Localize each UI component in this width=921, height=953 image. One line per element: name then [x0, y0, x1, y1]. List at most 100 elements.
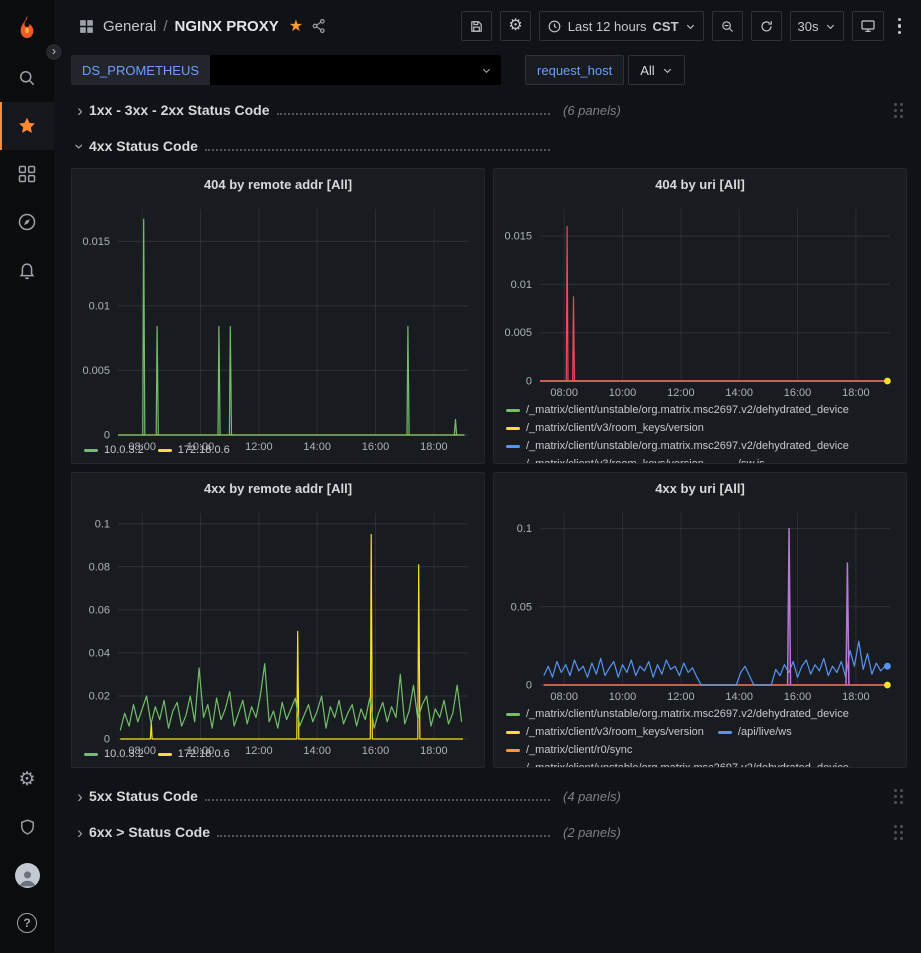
chevron-right-icon: › [71, 824, 89, 841]
zoom-out-button[interactable] [712, 11, 743, 41]
sidebar-item-explore[interactable] [0, 198, 54, 246]
svg-text:0.015: 0.015 [82, 236, 110, 248]
breadcrumb-separator: / [163, 18, 167, 35]
share-icon[interactable] [311, 18, 327, 34]
svg-text:16:00: 16:00 [784, 691, 812, 703]
sidebar-item-search[interactable] [0, 54, 54, 102]
svg-text:10:00: 10:00 [609, 691, 637, 703]
legend-color-swatch [506, 463, 520, 464]
chevron-right-icon: › [71, 788, 89, 805]
sidebar-item-configuration[interactable]: ⚙ [0, 755, 54, 803]
svg-text:0.1: 0.1 [95, 518, 110, 530]
legend-item[interactable]: /_matrix/client/unstable/org.matrix.msc2… [506, 761, 849, 767]
legend-label: /_matrix/client/v3/room_keys/version [526, 422, 704, 434]
sidebar-item-help[interactable]: ? [0, 899, 54, 947]
gear-icon: ⚙ [18, 770, 35, 789]
variable-value-ds-prometheus[interactable] [210, 55, 501, 85]
refresh-button[interactable] [751, 11, 782, 41]
legend-item[interactable]: 172.18.0.6 [158, 443, 230, 457]
monitor-icon [860, 18, 876, 34]
save-dashboard-button[interactable] [461, 11, 492, 41]
timeseries-chart[interactable]: 08:0010:0012:0014:0016:0018:0000.0050.01… [72, 199, 484, 441]
sidebar-expand-button[interactable]: › [45, 43, 63, 61]
dashboard-settings-button[interactable]: ⚙ [500, 11, 530, 41]
sidebar-item-alerting[interactable] [0, 246, 54, 294]
dashboard-content: › 1xx - 3xx - 2xx Status Code (6 panels)… [54, 88, 921, 953]
legend-item[interactable]: /sw.js [718, 457, 765, 463]
svg-text:12:00: 12:00 [667, 387, 695, 399]
panel-title[interactable]: 4xx by uri [All] [494, 473, 906, 503]
drag-handle-icon[interactable] [894, 103, 903, 118]
svg-text:0.005: 0.005 [82, 365, 110, 377]
variables-toolbar: DS_PROMETHEUS request_host All [54, 52, 921, 88]
timeseries-chart[interactable]: 08:0010:0012:0014:0016:0018:0000.020.040… [72, 503, 484, 745]
svg-text:0.04: 0.04 [89, 647, 110, 659]
svg-text:14:00: 14:00 [725, 691, 753, 703]
chevron-down-icon [481, 65, 492, 76]
legend-item[interactable]: 10.0.3.2 [84, 443, 144, 457]
chart-legend: /_matrix/client/unstable/org.matrix.msc2… [494, 705, 906, 767]
legend-item[interactable]: /_matrix/client/unstable/org.matrix.msc2… [506, 403, 849, 417]
sidebar-item-dashboards[interactable] [0, 150, 54, 198]
bell-icon [17, 260, 37, 280]
refresh-interval-picker[interactable]: 30s [790, 11, 844, 41]
variable-value-request-host[interactable]: All [628, 55, 684, 85]
row-6xx[interactable]: › 6xx > Status Code (2 panels) [71, 818, 907, 846]
legend-item[interactable]: /_matrix/client/v3/room_keys/version [506, 725, 704, 739]
legend-label: /sw.js [738, 458, 765, 463]
timeseries-chart[interactable]: 08:0010:0012:0014:0016:0018:0000.0050.01… [494, 199, 906, 401]
sidebar-item-profile[interactable] [0, 851, 54, 899]
row-1xx-3xx-2xx[interactable]: › 1xx - 3xx - 2xx Status Code (6 panels) [71, 96, 907, 124]
dotted-leader [217, 835, 550, 837]
sidebar-item-server-admin[interactable] [0, 803, 54, 851]
favorite-star-icon[interactable]: ★ [289, 16, 303, 36]
apps-icon [17, 164, 37, 184]
search-icon [17, 68, 37, 88]
panel-4xx-by-remote-addr: 4xx by remote addr [All] 08:0010:0012:00… [71, 472, 485, 768]
svg-text:0.01: 0.01 [511, 279, 532, 291]
variable-label-request-host[interactable]: request_host [525, 55, 624, 85]
sidebar-item-starred[interactable] [0, 102, 54, 150]
more-options-button[interactable] [892, 14, 908, 39]
svg-text:0.005: 0.005 [504, 327, 532, 339]
request-host-value: All [640, 63, 654, 78]
drag-handle-icon[interactable] [894, 789, 903, 804]
row-panel-count: (2 panels) [563, 825, 621, 840]
row-5xx[interactable]: › 5xx Status Code (4 panels) [71, 782, 907, 810]
legend-item[interactable]: /_matrix/client/r0/sync [506, 743, 632, 757]
time-range-picker[interactable]: Last 12 hours CST [539, 11, 704, 41]
drag-handle-icon[interactable] [894, 825, 903, 840]
panel-404-by-uri: 404 by uri [All] 08:0010:0012:0014:0016:… [493, 168, 907, 464]
svg-text:0.08: 0.08 [89, 561, 110, 573]
svg-text:0.01: 0.01 [89, 300, 110, 312]
svg-text:10:00: 10:00 [609, 387, 637, 399]
panel-title[interactable]: 4xx by remote addr [All] [72, 473, 484, 503]
dashboard-title: NGINX PROXY [175, 18, 279, 35]
panel-title[interactable]: 404 by remote addr [All] [72, 169, 484, 199]
legend-item[interactable]: /_matrix/client/v3/room_keys/version [506, 457, 704, 463]
legend-item[interactable]: /api/live/ws [718, 725, 792, 739]
variable-label-ds-prometheus[interactable]: DS_PROMETHEUS [71, 55, 210, 85]
legend-item[interactable]: /_matrix/client/v3/room_keys/version [506, 421, 704, 435]
legend-item[interactable]: 10.0.3.2 [84, 747, 144, 761]
panel-title[interactable]: 404 by uri [All] [494, 169, 906, 199]
main-area: General / NGINX PROXY ★ ⚙ [54, 0, 921, 953]
timeseries-chart[interactable]: 08:0010:0012:0014:0016:0018:0000.050.1 [494, 503, 906, 705]
legend-label: /_matrix/client/unstable/org.matrix.msc2… [526, 404, 849, 416]
legend-item[interactable]: /_matrix/client/unstable/org.matrix.msc2… [506, 707, 849, 721]
breadcrumb-folder[interactable]: General [103, 18, 156, 35]
chevron-down-icon [662, 65, 673, 76]
dashboard-header: General / NGINX PROXY ★ ⚙ [54, 0, 921, 52]
legend-color-swatch [506, 767, 520, 768]
row-4xx[interactable]: › 4xx Status Code [71, 132, 907, 160]
legend-item[interactable]: 172.18.0.6 [158, 747, 230, 761]
legend-label: /api/live/ws [738, 726, 792, 738]
gear-icon: ⚙ [508, 18, 522, 34]
chart-legend: 10.0.3.2 172.18.0.6 [72, 745, 484, 767]
chevron-down-icon [825, 21, 836, 32]
legend-label: /_matrix/client/unstable/org.matrix.msc2… [526, 708, 849, 720]
person-icon [17, 867, 38, 888]
legend-label: /_matrix/client/unstable/org.matrix.msc2… [526, 762, 849, 767]
tv-mode-button[interactable] [852, 11, 884, 41]
legend-item[interactable]: /_matrix/client/unstable/org.matrix.msc2… [506, 439, 849, 453]
